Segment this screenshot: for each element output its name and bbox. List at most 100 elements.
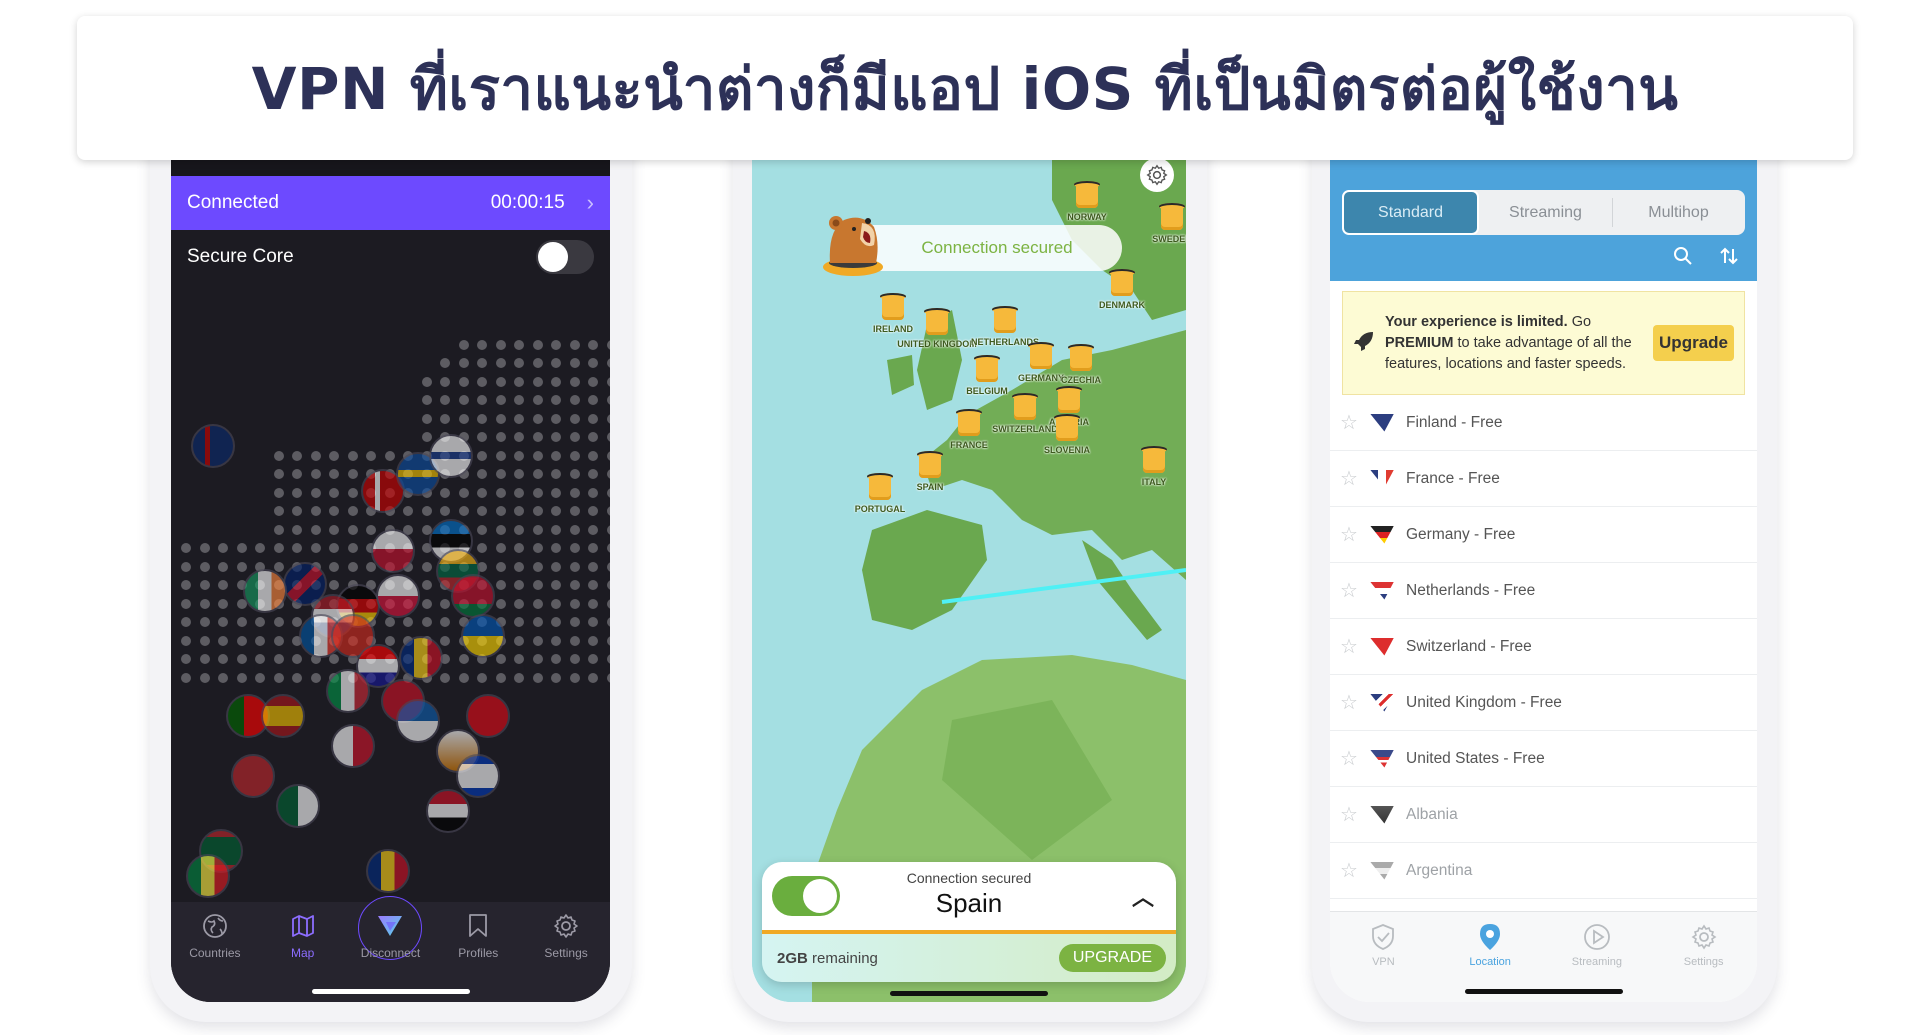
secure-core-label: Secure Core — [187, 246, 294, 267]
server-pot-icon[interactable] — [992, 306, 1018, 333]
server-pot-icon[interactable] — [1109, 269, 1135, 296]
upgrade-button[interactable]: Upgrade — [1653, 325, 1734, 361]
chevron-up-icon[interactable]: ︿ — [1132, 880, 1154, 912]
location-row[interactable]: ☆ France - Free — [1330, 451, 1757, 507]
location-row[interactable]: ☆ Albania — [1330, 787, 1757, 843]
country-flag-pin[interactable] — [451, 574, 495, 618]
map-dot — [477, 376, 487, 387]
country-flag-pin[interactable] — [376, 574, 420, 618]
country-flag-pin[interactable] — [186, 854, 230, 898]
map-dot — [384, 617, 395, 627]
country-flag-pin[interactable] — [276, 784, 320, 828]
map-dot — [218, 561, 228, 572]
location-row[interactable]: ☆ United Kingdom - Free — [1330, 675, 1757, 731]
search-icon[interactable] — [1673, 246, 1693, 272]
server-pot-icon[interactable] — [1141, 446, 1167, 473]
location-row[interactable]: ☆ United States - Free — [1330, 731, 1757, 787]
map-dot — [532, 654, 543, 664]
location-name: Finland - Free — [1406, 413, 1503, 431]
country-flag-pin[interactable] — [396, 699, 440, 743]
upgrade-button[interactable]: UPGRADE — [1058, 944, 1166, 972]
server-pot-icon[interactable] — [867, 473, 893, 500]
country-flag-pin[interactable] — [461, 614, 505, 658]
disconnect-button[interactable]: Disconnect — [350, 896, 430, 960]
map-dot — [458, 395, 469, 405]
location-row[interactable]: ☆ Argentina — [1330, 843, 1757, 899]
map-dot — [477, 432, 487, 442]
star-icon[interactable]: ☆ — [1340, 578, 1370, 603]
map-dot — [514, 432, 524, 442]
map-dot — [569, 339, 580, 350]
star-icon[interactable]: ☆ — [1340, 522, 1370, 547]
star-icon[interactable]: ☆ — [1340, 410, 1370, 435]
tab-standard[interactable]: Standard — [1342, 190, 1479, 235]
country-flag-pin[interactable] — [191, 424, 235, 468]
country-flag-pin[interactable] — [326, 669, 370, 713]
country-flag-pin[interactable] — [331, 724, 375, 768]
map-dot — [310, 487, 321, 498]
tab-settings[interactable]: Settings — [1664, 922, 1744, 968]
flag-icon — [1370, 749, 1394, 768]
location-row[interactable]: ☆ Germany - Free — [1330, 507, 1757, 563]
tab-location[interactable]: Location — [1450, 922, 1530, 968]
selected-country[interactable]: Spain — [762, 888, 1176, 919]
server-pot-icon[interactable] — [1012, 393, 1038, 420]
tab-map[interactable]: Map — [263, 910, 343, 960]
server-pot-icon[interactable] — [1056, 386, 1082, 413]
tab-vpn[interactable]: VPN — [1343, 922, 1423, 968]
star-icon[interactable]: ☆ — [1340, 746, 1370, 771]
map-dot — [310, 672, 321, 683]
server-pot-icon[interactable] — [917, 451, 943, 478]
country-flag-pin[interactable] — [426, 789, 470, 833]
map-dot — [255, 672, 265, 683]
map-dot — [495, 506, 506, 516]
location-row[interactable]: ☆ Netherlands - Free — [1330, 563, 1757, 619]
server-pot-icon[interactable] — [924, 308, 950, 335]
server-pot-icon[interactable] — [956, 409, 982, 436]
country-flag-pin[interactable] — [399, 636, 443, 680]
map-dot — [458, 672, 469, 683]
server-pot-icon[interactable] — [1074, 181, 1100, 208]
tab-settings[interactable]: Settings — [526, 910, 606, 960]
country-flag-pin[interactable] — [429, 434, 473, 478]
map-dot — [588, 450, 598, 461]
sort-icon[interactable] — [1719, 246, 1739, 272]
country-flag-pin[interactable] — [371, 529, 415, 573]
star-icon[interactable]: ☆ — [1340, 802, 1370, 827]
server-pot-icon[interactable] — [1159, 203, 1185, 230]
country-flag-pin[interactable] — [243, 569, 287, 613]
secure-core-toggle[interactable] — [536, 240, 594, 274]
star-icon[interactable]: ☆ — [1340, 466, 1370, 491]
map-dot — [199, 580, 210, 590]
star-icon[interactable]: ☆ — [1340, 634, 1370, 659]
map-dot — [495, 358, 506, 368]
connection-bar[interactable]: Connected 00:00:15 › — [171, 176, 610, 230]
server-pot-icon[interactable] — [880, 293, 906, 320]
server-pot-icon[interactable] — [1028, 342, 1054, 369]
country-flag-pin[interactable] — [261, 694, 305, 738]
server-pot-icon[interactable] — [974, 355, 1000, 382]
map-dot — [495, 450, 506, 461]
tab-streaming-nav[interactable]: Streaming — [1557, 922, 1637, 968]
star-icon[interactable]: ☆ — [1340, 690, 1370, 715]
location-row[interactable]: ☆ Switzerland - Free — [1330, 619, 1757, 675]
tab-profiles[interactable]: Profiles — [438, 910, 518, 960]
map-dot — [440, 413, 450, 424]
map-dot — [532, 358, 543, 368]
country-flag-pin[interactable] — [231, 754, 275, 798]
location-row[interactable]: ☆ Finland - Free — [1330, 395, 1757, 451]
country-flag-pin[interactable] — [456, 754, 500, 798]
star-icon[interactable]: ☆ — [1340, 858, 1370, 883]
tab-countries[interactable]: Countries — [175, 910, 255, 960]
tab-multihop[interactable]: Multihop — [1612, 190, 1745, 235]
map-dot — [551, 524, 561, 535]
country-flag-pin[interactable] — [366, 849, 410, 893]
tab-streaming[interactable]: Streaming — [1479, 190, 1612, 235]
map-dot — [347, 487, 358, 498]
server-pot-icon[interactable] — [1068, 344, 1094, 371]
map-dot — [532, 376, 543, 387]
server-pot-icon[interactable] — [1054, 414, 1080, 441]
server-map[interactable] — [171, 284, 610, 902]
bottom-nav: VPN Location Streaming Settings — [1330, 911, 1757, 1002]
country-flag-pin[interactable] — [466, 694, 510, 738]
